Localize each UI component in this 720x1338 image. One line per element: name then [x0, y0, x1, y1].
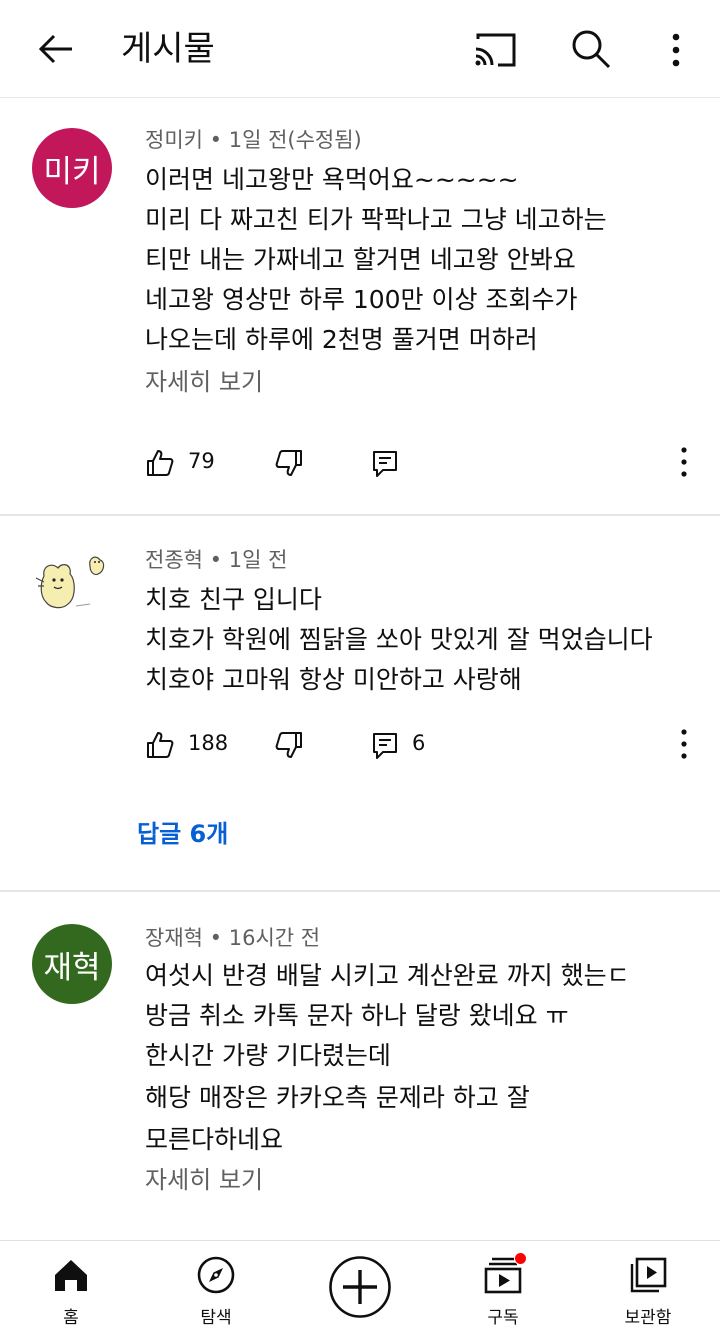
meta-separator: •	[209, 926, 229, 950]
more-vert-icon[interactable]	[674, 444, 694, 480]
reply-icon[interactable]	[370, 730, 400, 760]
reply-icon[interactable]	[370, 448, 400, 478]
comment-time: 1일 전	[228, 548, 288, 572]
comment-item: 전종혁 • 1일 전 치호 친구 입니다 치호가 학원에 찜닭을 쏘아 맛있게 …	[0, 516, 720, 890]
comment-text-line: 여섯시 반경 배달 시키고 계산완료 까지 했는ㄷ	[145, 961, 630, 990]
comment-text-line: 방금 취소 카톡 문자 하나 달랑 왔네요 ㅠ	[145, 1001, 569, 1030]
comment-text-line: 해당 매장은 카카오측 문제라 하고 잘	[145, 1083, 530, 1112]
nav-label: 탐색	[200, 1308, 232, 1328]
thumb-up-icon[interactable]	[145, 730, 175, 760]
more-vert-icon[interactable]	[674, 726, 694, 762]
comment-item: 재혁 장재혁 • 16시간 전 여섯시 반경 배달 시키고 계산완료 까지 했는…	[0, 892, 720, 1240]
compass-icon	[197, 1256, 235, 1294]
comment-item: 미키 정미키 • 1일 전(수정됨) 이러면 네고왕만 욕먹어요~~~~~ 미리…	[0, 98, 720, 514]
read-more-link[interactable]: 자세히 보기	[145, 1164, 263, 1196]
comment-actions: 188 6	[0, 726, 720, 766]
comment-text-line: 치호야 고마워 항상 미안하고 사랑해	[145, 665, 522, 694]
meta-separator: •	[209, 128, 229, 152]
comment-author[interactable]: 전종혁	[145, 548, 203, 572]
comment-time: 16시간 전	[228, 926, 321, 950]
avatar[interactable]: 미키	[32, 128, 112, 208]
read-more-link[interactable]: 자세히 보기	[145, 366, 263, 398]
comment-text-line: 치호가 학원에 찜닭을 쏘아 맛있게 잘 먹었습니다	[145, 625, 653, 654]
notification-dot	[514, 1252, 527, 1265]
thumb-down-icon[interactable]	[274, 730, 304, 760]
comment-actions: 79	[0, 444, 720, 484]
like-count: 79	[188, 449, 215, 473]
meta-separator: •	[209, 548, 229, 572]
library-icon	[630, 1257, 667, 1293]
view-replies-link[interactable]: 답글 6개	[137, 818, 228, 850]
nav-subscriptions[interactable]: 구독	[453, 1241, 553, 1338]
thumb-up-icon[interactable]	[145, 448, 175, 478]
nav-library[interactable]: 보관함	[598, 1241, 698, 1338]
top-app-bar: 게시물	[0, 0, 720, 98]
comment-meta: 전종혁 • 1일 전	[145, 546, 287, 574]
comment-text-line: 네고왕 영상만 하루 100만 이상 조회수가	[145, 285, 578, 314]
page-title: 게시물	[121, 29, 215, 69]
comment-text-line: 티만 내는 가짜네고 할거면 네고왕 안봐요	[145, 245, 576, 274]
back-arrow-icon[interactable]	[34, 27, 78, 71]
comment-text-line: 한시간 가량 기다렸는데	[145, 1041, 391, 1070]
nav-explore[interactable]: 탐색	[166, 1241, 266, 1338]
comment-author[interactable]: 장재혁	[145, 926, 203, 950]
comment-time: 1일 전(수정됨)	[228, 128, 362, 152]
more-vert-icon[interactable]	[664, 30, 688, 70]
create-plus-icon[interactable]	[328, 1255, 392, 1319]
thumb-down-icon[interactable]	[274, 448, 304, 478]
comment-author[interactable]: 정미키	[145, 128, 203, 152]
reply-count: 6	[412, 731, 426, 755]
nav-label: 홈	[63, 1308, 79, 1328]
nav-label: 보관함	[624, 1308, 672, 1328]
nav-home[interactable]: 홈	[21, 1241, 121, 1338]
comment-text-line: 나오는데 하루에 2천명 풀거면 머하러	[145, 325, 538, 354]
avatar-illustration[interactable]	[32, 546, 112, 626]
nav-label: 구독	[487, 1308, 519, 1328]
comment-text-line: 치호 친구 입니다	[145, 585, 322, 614]
comment-meta: 장재혁 • 16시간 전	[145, 924, 320, 952]
search-icon[interactable]	[570, 28, 612, 70]
home-icon	[55, 1260, 87, 1291]
cast-icon[interactable]	[472, 31, 518, 69]
comment-meta: 정미키 • 1일 전(수정됨)	[145, 126, 362, 154]
avatar-initials: 미키	[43, 153, 101, 190]
avatar[interactable]: 재혁	[32, 924, 112, 1004]
comment-text-line: 미리 다 짜고친 티가 팍팍나고 그냥 네고하는	[145, 205, 607, 234]
comment-text-line: 모른다하네요	[145, 1125, 284, 1154]
avatar-initials: 재혁	[43, 949, 101, 986]
like-count: 188	[188, 731, 229, 755]
bottom-navigation: 홈 탐색 구독 보관함	[0, 1240, 720, 1338]
comment-text-line: 이러면 네고왕만 욕먹어요~~~~~	[145, 165, 519, 194]
